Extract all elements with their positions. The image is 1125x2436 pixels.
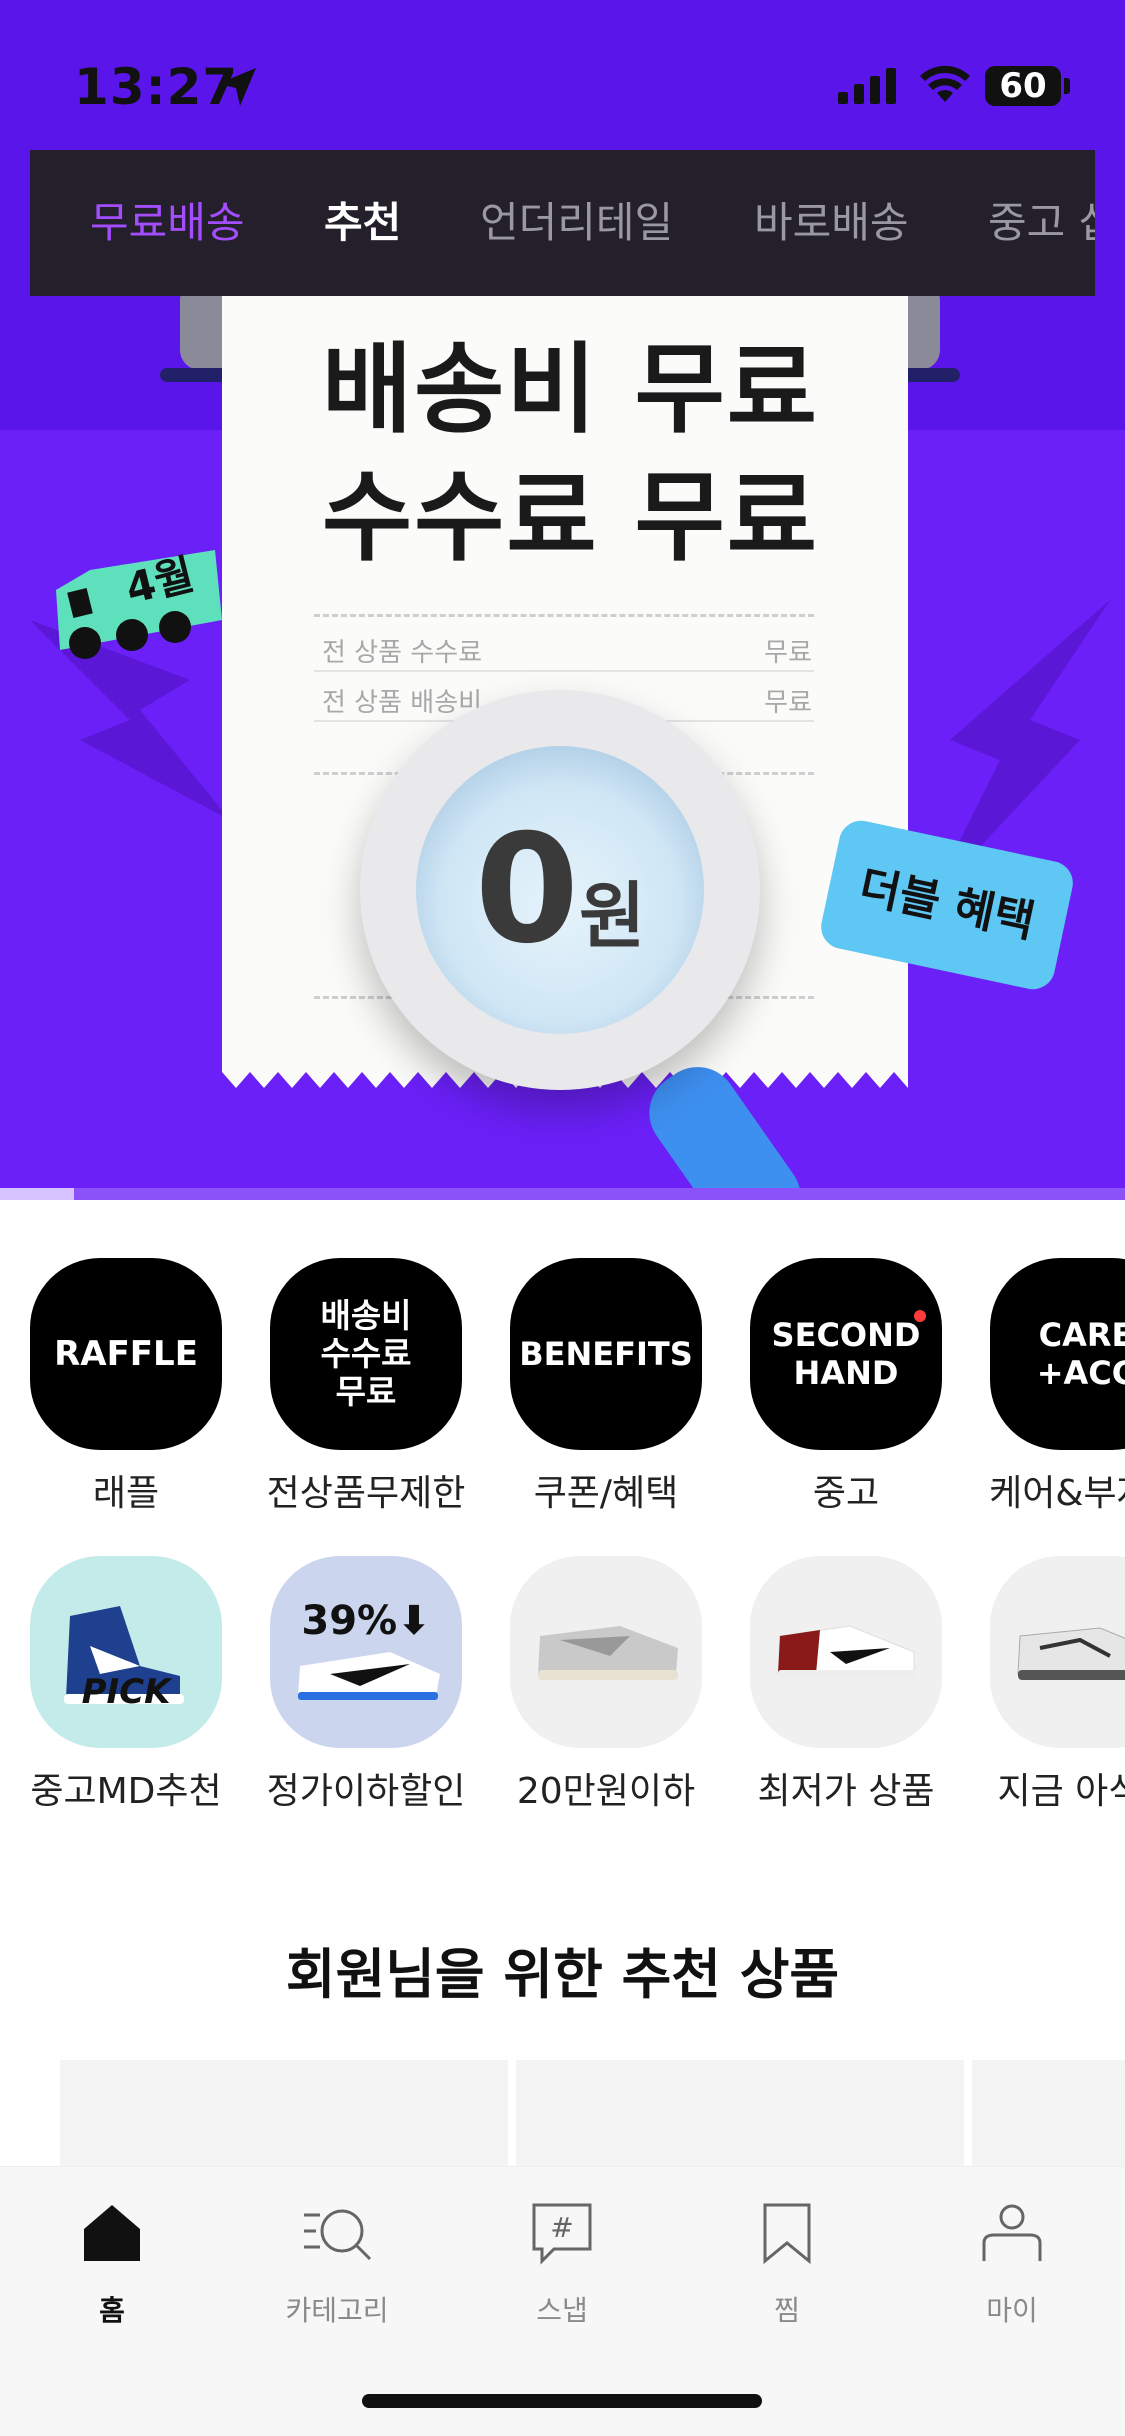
amount-display: 0원 [360, 690, 760, 1090]
product-card[interactable] [972, 2060, 1125, 2170]
menu-label: 20만원이하 [516, 1771, 696, 1812]
free-fee-icon: 배송비 수수료 무료 [270, 1258, 462, 1450]
menu-label: 전상품무제한 [266, 1473, 466, 1514]
tab-used-shop[interactable]: 중고 샵 [988, 150, 1095, 296]
menu-label: 케어&부자재 [989, 1473, 1125, 1514]
receipt-row-fee: 전 상품 수수료 무료 [322, 632, 812, 669]
banner-title-line1: 배송비 무료 [322, 333, 819, 447]
nav-label: 찜 [774, 2294, 800, 2327]
amount-unit: 원 [579, 874, 646, 958]
shortcut-under-200k[interactable]: 20만원이하 [486, 1556, 726, 1814]
menu-care-acc[interactable]: CARE +ACC 케어&부자재 [966, 1258, 1125, 1516]
shortcut-asics[interactable]: 지금 아식스 [966, 1556, 1125, 1814]
shortcut-md-pick[interactable]: PICK 중고MD추천 [6, 1556, 246, 1814]
product-card[interactable] [60, 2060, 508, 2170]
receipt-row-value: 무료 [764, 688, 812, 718]
banner-title: 배송비 무료 수수료 무료 [322, 326, 819, 582]
pick-overlay: PICK [81, 1672, 171, 1712]
recommended-products-carousel[interactable] [60, 2060, 1125, 2170]
home-icon [84, 2205, 140, 2261]
shortcut-row: PICK 중고MD추천 39%⬇ 정가이하할인 20만원이하 최저가 상품 지금… [0, 1556, 1125, 1816]
second-hand-icon: SECOND HAND [750, 1258, 942, 1450]
nav-snap[interactable]: # 스냅 [482, 2197, 642, 2329]
menu-label: 중고MD추천 [30, 1771, 222, 1812]
menu-label: 쿠폰/혜택 [533, 1473, 679, 1514]
tab-under-retail[interactable]: 언더리테일 [480, 150, 673, 296]
menu-label: 지금 아식스 [997, 1771, 1125, 1812]
menu-raffle[interactable]: RAFFLE 래플 [6, 1258, 246, 1516]
circle-text: BENEFITS [519, 1335, 693, 1373]
menu-label: 래플 [92, 1473, 160, 1514]
top-tab-bar: 무료배송 추천 언더리테일 바로배송 중고 샵 [30, 150, 1095, 296]
sneaker-discount-icon: 39%⬇ [270, 1556, 462, 1748]
menu-free-all[interactable]: 배송비 수수료 무료 전상품무제한 [246, 1258, 486, 1516]
person-icon [982, 2204, 1042, 2261]
battery-tip [1064, 78, 1070, 94]
category-search-icon [304, 2209, 372, 2261]
banner-progress-fill [0, 1188, 75, 1200]
new-dot [914, 1310, 926, 1322]
nav-label: 스냅 [536, 2294, 588, 2327]
menu-label: 정가이하할인 [266, 1771, 466, 1812]
receipt-divider [314, 670, 814, 672]
tab-recommended[interactable]: 추천 [324, 150, 401, 296]
banner-progress-track [0, 1188, 1125, 1200]
nav-label: 카테고리 [285, 2294, 389, 2327]
nav-label: 홈 [99, 2294, 125, 2327]
nav-saved[interactable]: 찜 [707, 2197, 867, 2329]
nav-home[interactable]: 홈 [32, 2197, 192, 2329]
nav-label: 마이 [986, 2294, 1038, 2327]
status-bar: 13:27 60 [0, 0, 1125, 150]
circle-text: CARE +ACC [1036, 1316, 1125, 1392]
menu-label: 최저가 상품 [757, 1771, 935, 1812]
receipt-row-value: 무료 [764, 638, 812, 668]
menu-benefits[interactable]: BENEFITS 쿠폰/혜택 [486, 1258, 726, 1516]
receipt-row-label: 전 상품 수수료 [322, 638, 483, 668]
battery-icon: 60 [985, 66, 1061, 106]
menu-second-hand[interactable]: SECOND HAND 중고 [726, 1258, 966, 1516]
nav-category[interactable]: 카테고리 [257, 2197, 417, 2329]
circle-text: RAFFLE [54, 1334, 198, 1374]
sneaker-grey-icon [510, 1556, 702, 1748]
category-circle-row: RAFFLE 래플 배송비 수수료 무료 전상품무제한 BENEFITS 쿠폰/… [0, 1258, 1125, 1518]
svg-text:#: # [550, 2211, 573, 2244]
care-acc-icon: CARE +ACC [990, 1258, 1125, 1450]
circle-text: 배송비 수수료 무료 [320, 1296, 412, 1411]
sneaker-pick-icon: PICK [30, 1556, 222, 1748]
cellular-signal-icon [838, 68, 896, 104]
hashtag-chat-icon: # [532, 2203, 592, 2265]
sneaker-asics-icon [990, 1556, 1125, 1748]
amount-value: 0 [474, 803, 580, 977]
magnifier-icon: 0원 [360, 690, 760, 1090]
benefits-icon: BENEFITS [510, 1258, 702, 1450]
banner-title-line2: 수수료 무료 [322, 461, 819, 575]
circle-text: SECOND HAND [771, 1316, 921, 1392]
sneaker-red-icon [750, 1556, 942, 1748]
battery-level: 60 [999, 66, 1047, 106]
menu-label: 중고 [812, 1473, 880, 1514]
bookmark-icon [763, 2203, 811, 2265]
raffle-icon: RAFFLE [30, 1258, 222, 1450]
section-title: 회원님을 위한 추천 상품 [285, 1943, 840, 2006]
shortcut-below-retail[interactable]: 39%⬇ 정가이하할인 [246, 1556, 486, 1814]
nav-my[interactable]: 마이 [932, 2197, 1092, 2329]
shortcut-lowest-price[interactable]: 최저가 상품 [726, 1556, 966, 1814]
receipt-divider [314, 614, 814, 617]
status-time: 13:27 [74, 58, 239, 116]
wifi-icon [920, 65, 970, 102]
home-indicator [362, 2394, 762, 2408]
product-card[interactable] [516, 2060, 964, 2170]
tab-quick-delivery[interactable]: 바로배송 [754, 150, 909, 296]
location-arrow-icon [218, 68, 256, 106]
tab-free-shipping[interactable]: 무료배송 [90, 150, 245, 296]
